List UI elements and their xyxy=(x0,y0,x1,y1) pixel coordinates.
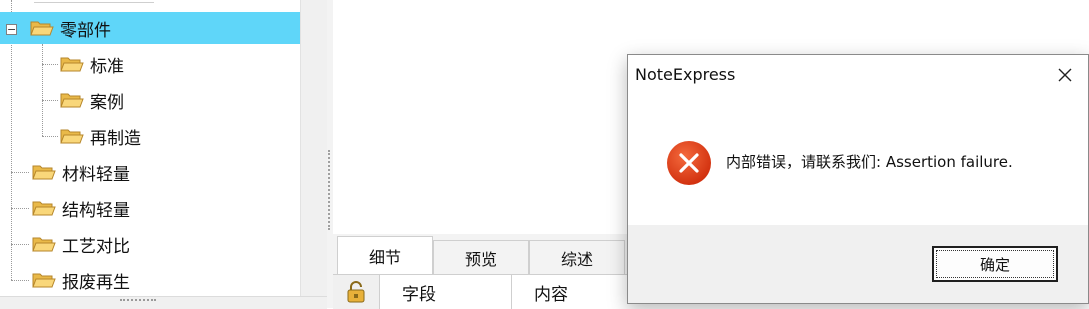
error-dialog: NoteExpress 内部错误，请联系我们: Assertion failur… xyxy=(627,54,1089,304)
tree-connector xyxy=(42,44,43,136)
folder-tree: 零部件 − 标准 案例 再制造 材料轻量 结构轻量 工艺对比 报废再生 xyxy=(0,0,328,309)
tree-item-label: 标准 xyxy=(90,56,124,77)
tree-item-label: 工艺对比 xyxy=(62,236,130,257)
collapse-expander[interactable]: − xyxy=(6,24,17,35)
tree-connector xyxy=(42,64,58,65)
folder-open-icon xyxy=(32,237,56,252)
tree-item-label: 案例 xyxy=(90,92,124,113)
tree-connector xyxy=(11,208,29,209)
tree-item-label: 再制造 xyxy=(90,128,141,149)
lock-icon xyxy=(347,281,365,303)
tree-item[interactable]: 工艺对比 xyxy=(32,228,130,260)
dialog-title: NoteExpress xyxy=(635,65,736,84)
column-header-field[interactable]: 字段 xyxy=(380,275,512,309)
tree-connector xyxy=(11,280,29,281)
tab-label: 预览 xyxy=(464,249,497,269)
error-icon xyxy=(667,141,711,185)
dialog-footer: 确定 xyxy=(628,225,1088,303)
clipped-tree-row xyxy=(34,0,154,3)
folder-open-icon xyxy=(32,273,56,288)
tree-item[interactable]: 标准 xyxy=(60,48,124,80)
tree-connector xyxy=(42,136,58,137)
tree-item[interactable]: 报废再生 xyxy=(32,264,130,296)
dialog-body: 内部错误，请联系我们: Assertion failure. xyxy=(628,95,1088,225)
tree-connector xyxy=(11,172,29,173)
tab-summary[interactable]: 综述 xyxy=(529,240,625,274)
horizontal-scrollbar[interactable] xyxy=(0,296,327,309)
tree-item[interactable]: 材料轻量 xyxy=(32,156,130,188)
lock-button[interactable] xyxy=(333,275,380,309)
tab-preview[interactable]: 预览 xyxy=(433,240,529,274)
tree-item-label: 报废再生 xyxy=(62,272,130,293)
tree-connector xyxy=(11,244,29,245)
dialog-title-bar[interactable]: NoteExpress xyxy=(628,55,1088,95)
tree-item[interactable]: 案例 xyxy=(60,84,124,116)
column-header-label: 内容 xyxy=(534,284,568,305)
tab-label: 综述 xyxy=(560,249,593,269)
tab-details[interactable]: 细节 xyxy=(337,236,433,274)
tree-item[interactable]: 再制造 xyxy=(60,120,141,152)
column-header-label: 字段 xyxy=(402,284,436,305)
folder-open-icon xyxy=(32,201,56,216)
tree-item[interactable]: 结构轻量 xyxy=(32,192,130,224)
ok-button[interactable]: 确定 xyxy=(932,246,1058,282)
close-icon xyxy=(1058,68,1072,82)
folder-open-icon xyxy=(30,21,54,36)
splitter-grip xyxy=(328,150,330,230)
tree-item-label: 结构轻量 xyxy=(62,200,130,221)
folder-open-icon xyxy=(60,57,84,72)
folder-open-icon xyxy=(32,165,56,180)
tab-label: 细节 xyxy=(368,247,401,267)
folder-open-icon xyxy=(60,129,84,144)
tree-item-selected[interactable]: 零部件 xyxy=(0,12,300,44)
tree-connector xyxy=(42,100,58,101)
error-message: 内部错误，请联系我们: Assertion failure. xyxy=(726,153,1013,171)
close-button[interactable] xyxy=(1042,55,1088,95)
scrollbar-grip[interactable] xyxy=(120,299,156,304)
vertical-scrollbar[interactable] xyxy=(300,0,328,296)
tree-item-label: 零部件 xyxy=(60,20,111,41)
folder-open-icon xyxy=(60,93,84,108)
tree-item-label: 材料轻量 xyxy=(62,164,130,185)
focus-rect xyxy=(936,250,1054,278)
